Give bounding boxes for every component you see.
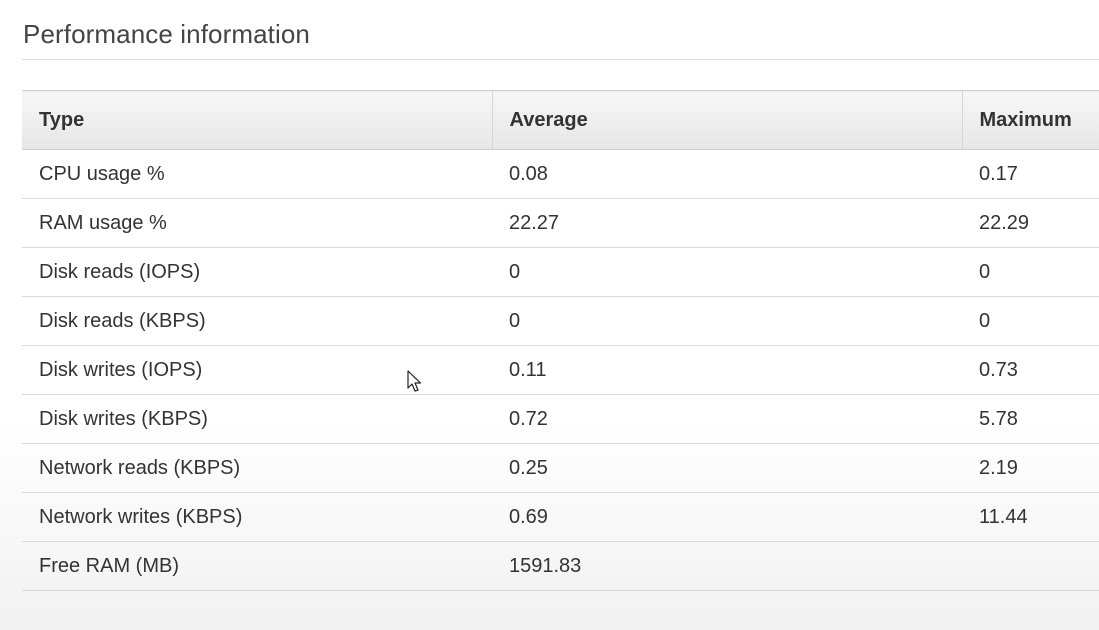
cell-type: Network reads (KBPS) [22,443,492,493]
table-row: Network reads (KBPS) 0.25 2.19 [22,443,1099,493]
cell-type: Disk reads (KBPS) [22,296,492,346]
cell-average: 1591.83 [492,541,962,591]
title-divider [22,59,1099,60]
cell-maximum [962,541,1099,591]
column-header-maximum[interactable]: Maximum [962,90,1099,150]
cell-type: RAM usage % [22,198,492,248]
table-body: CPU usage % 0.08 0.17 RAM usage % 22.27 … [22,149,1099,591]
cell-maximum: 0.17 [962,149,1099,199]
cell-type: CPU usage % [22,149,492,199]
cell-maximum: 0 [962,296,1099,346]
cell-maximum: 0 [962,247,1099,297]
column-header-average[interactable]: Average [492,90,963,150]
cell-maximum: 5.78 [962,394,1099,444]
cell-type: Disk reads (IOPS) [22,247,492,297]
cell-type: Disk writes (KBPS) [22,394,492,444]
cell-maximum: 22.29 [962,198,1099,248]
table-header: Type Average Maximum [22,90,1099,150]
table-row: Disk writes (IOPS) 0.11 0.73 [22,345,1099,395]
cell-type: Network writes (KBPS) [22,492,492,542]
table-row: RAM usage % 22.27 22.29 [22,198,1099,248]
cell-average: 0 [492,296,962,346]
table-row: Free RAM (MB) 1591.83 [22,541,1099,591]
performance-table: Type Average Maximum CPU usage % 0.08 0.… [22,90,1099,591]
table-row: Disk writes (KBPS) 0.72 5.78 [22,394,1099,444]
cell-type: Free RAM (MB) [22,541,492,591]
table-row: Disk reads (IOPS) 0 0 [22,247,1099,297]
column-header-type[interactable]: Type [22,90,493,150]
cell-type: Disk writes (IOPS) [22,345,492,395]
cell-average: 0.72 [492,394,962,444]
cell-average: 0 [492,247,962,297]
header-row: Type Average Maximum [22,90,1099,150]
cell-average: 0.11 [492,345,962,395]
cell-average: 22.27 [492,198,962,248]
cell-average: 0.08 [492,149,962,199]
table-row: Disk reads (KBPS) 0 0 [22,296,1099,346]
cell-maximum: 11.44 [962,492,1099,542]
cell-maximum: 2.19 [962,443,1099,493]
cell-average: 0.25 [492,443,962,493]
table-row: Network writes (KBPS) 0.69 11.44 [22,492,1099,542]
cell-maximum: 0.73 [962,345,1099,395]
cell-average: 0.69 [492,492,962,542]
table-row: CPU usage % 0.08 0.17 [22,149,1099,199]
page-title: Performance information [23,19,310,49]
